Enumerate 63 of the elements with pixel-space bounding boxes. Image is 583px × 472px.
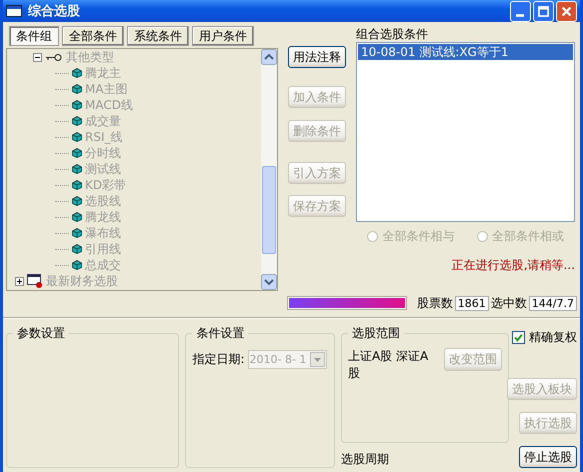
status-message: 正在进行选股,请稍等... <box>450 257 575 274</box>
tree-item[interactable]: MACD线 <box>85 96 133 114</box>
scroll-thumb[interactable] <box>262 166 276 254</box>
scrollbar[interactable] <box>261 49 277 290</box>
cube-icon <box>72 132 82 142</box>
count-label: 股票数 <box>416 294 453 312</box>
checkmark-icon <box>513 332 524 343</box>
key-icon <box>45 52 63 62</box>
tab[interactable]: 全部条件 <box>62 26 124 46</box>
cube-icon <box>72 84 82 94</box>
tree-item[interactable]: 成交量 <box>85 112 121 130</box>
cube-icon <box>72 260 82 270</box>
tree-item[interactable]: 选股线 <box>85 192 121 210</box>
tree-item[interactable]: 测试线 <box>85 160 121 178</box>
scope-text: 上证A股 深证A股 <box>348 348 430 382</box>
window-title: 综合选股 <box>28 2 80 20</box>
tree-item[interactable]: MA主图 <box>85 80 128 98</box>
maximize-icon <box>537 4 550 18</box>
cube-icon <box>72 116 82 126</box>
window-icon <box>27 274 43 288</box>
close-icon <box>560 4 573 18</box>
expand-icon[interactable] <box>15 276 24 286</box>
tree-item[interactable]: 腾龙线 <box>85 208 121 226</box>
list-title: 组合选股条件 <box>356 26 429 42</box>
close-button[interactable] <box>556 0 577 22</box>
cube-icon <box>72 228 82 238</box>
list-item[interactable]: 10-08-01 测试线:XG等于1 <box>358 44 573 60</box>
minimize-icon <box>516 14 524 16</box>
period-label: 选股周期 <box>341 451 390 468</box>
cube-icon <box>72 196 82 206</box>
action-button[interactable]: 停止选股 <box>519 446 577 468</box>
tree-item[interactable]: 其他类型 <box>66 49 114 66</box>
checkbox[interactable]: 精确复权 <box>512 329 577 346</box>
cube-icon <box>72 100 82 110</box>
maximize-button[interactable] <box>533 0 554 22</box>
tree-item[interactable]: 瀑布线 <box>85 224 121 242</box>
group-title: 选股范围 <box>351 325 401 342</box>
side-button[interactable]: 用法注释 <box>288 46 346 68</box>
count-label: 选中数 <box>490 294 527 312</box>
count-field: 1861 <box>454 296 489 310</box>
tab[interactable]: 系统条件 <box>127 26 189 46</box>
cube-icon <box>72 212 82 222</box>
cube-icon <box>72 68 82 78</box>
tree-item[interactable]: 最新财务选股 <box>46 272 118 290</box>
cube-icon <box>72 148 82 158</box>
tab[interactable]: 条件组 <box>9 26 59 46</box>
tree-item[interactable]: 引用线 <box>85 240 121 258</box>
collapse-icon[interactable] <box>33 52 42 62</box>
tree-item[interactable]: 总成交 <box>85 256 121 274</box>
window-icon <box>6 5 22 17</box>
tree-item[interactable]: RSI_线 <box>85 128 122 146</box>
minimize-button[interactable] <box>510 0 531 22</box>
date-label: 指定日期: <box>192 351 244 368</box>
count-field: 144/7.7 <box>528 296 577 310</box>
cube-icon <box>72 164 82 174</box>
cube-icon <box>72 180 82 190</box>
tab[interactable]: 用户条件 <box>192 26 254 46</box>
cube-icon <box>72 244 82 254</box>
tree-item[interactable]: 腾龙主 <box>85 64 121 82</box>
group-title: 参数设置 <box>16 325 66 342</box>
tree-item[interactable]: KD彩带 <box>85 176 126 194</box>
tree-item[interactable]: 分时线 <box>85 144 121 162</box>
group-title: 条件设置 <box>195 325 246 342</box>
